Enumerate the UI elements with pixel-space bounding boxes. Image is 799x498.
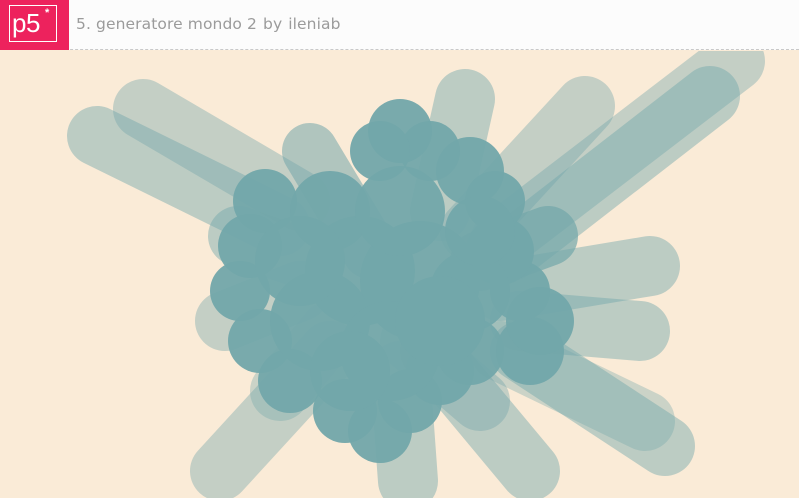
author-link[interactable]: ileniab [288,15,340,33]
sketch-blob-part [445,196,515,266]
sketch-blob-part [395,276,485,366]
sketch-title-bar: 5. generatore mondo 2 by ileniab [76,15,347,33]
p5-logo-star: * [45,7,50,19]
sketch-header: p5 * 5. generatore mondo 2 by ileniab [0,0,799,50]
sketch-strokes [67,51,765,498]
sketch-title[interactable]: 5. generatore mondo 2 [76,15,257,33]
sketch-blob-part [310,331,390,411]
p5-logo[interactable]: p5 * [0,0,69,50]
sketch-blob-part [255,216,345,306]
sketch-canvas-area[interactable] [0,51,799,498]
by-label: by [263,15,283,33]
sketch-canvas[interactable] [0,51,799,498]
sketch-blob-part [355,166,445,256]
p5-logo-text: p5 [12,8,40,38]
